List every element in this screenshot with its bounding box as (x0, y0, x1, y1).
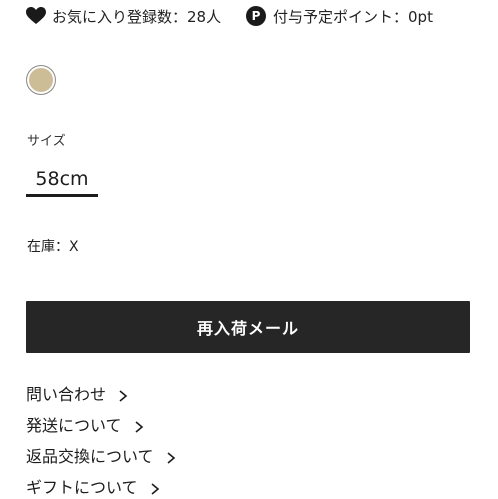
chevron-right-icon (150, 480, 160, 495)
heart-icon (26, 7, 46, 25)
restock-mail-button[interactable]: 再入荷メール (26, 301, 470, 353)
chevron-right-icon (166, 449, 176, 464)
size-label: サイズ (27, 134, 66, 149)
contact-link[interactable]: 問い合わせ (26, 381, 128, 405)
color-swatch[interactable] (26, 65, 56, 95)
favorites-count: お気に入り登録数：28人 (26, 4, 221, 28)
link-label: 発送について (26, 416, 122, 435)
gift-link[interactable]: ギフトについて (26, 474, 160, 498)
link-label: 返品交換について (26, 447, 154, 466)
chevron-right-icon (134, 418, 144, 433)
chevron-right-icon (118, 387, 128, 402)
shipping-link[interactable]: 発送について (26, 412, 144, 436)
returns-link[interactable]: 返品交換について (26, 443, 176, 467)
point-icon: P (246, 6, 266, 26)
link-label: 問い合わせ (26, 385, 107, 404)
stock-status: 在庫：X (27, 239, 79, 255)
size-option-selected[interactable]: 58cm (26, 164, 98, 197)
favorites-text: お気に入り登録数：28人 (52, 7, 222, 26)
points-info: P 付与予定ポイント：0pt (246, 4, 433, 28)
points-text: 付与予定ポイント：0pt (273, 7, 433, 26)
link-label: ギフトについて (26, 478, 138, 497)
